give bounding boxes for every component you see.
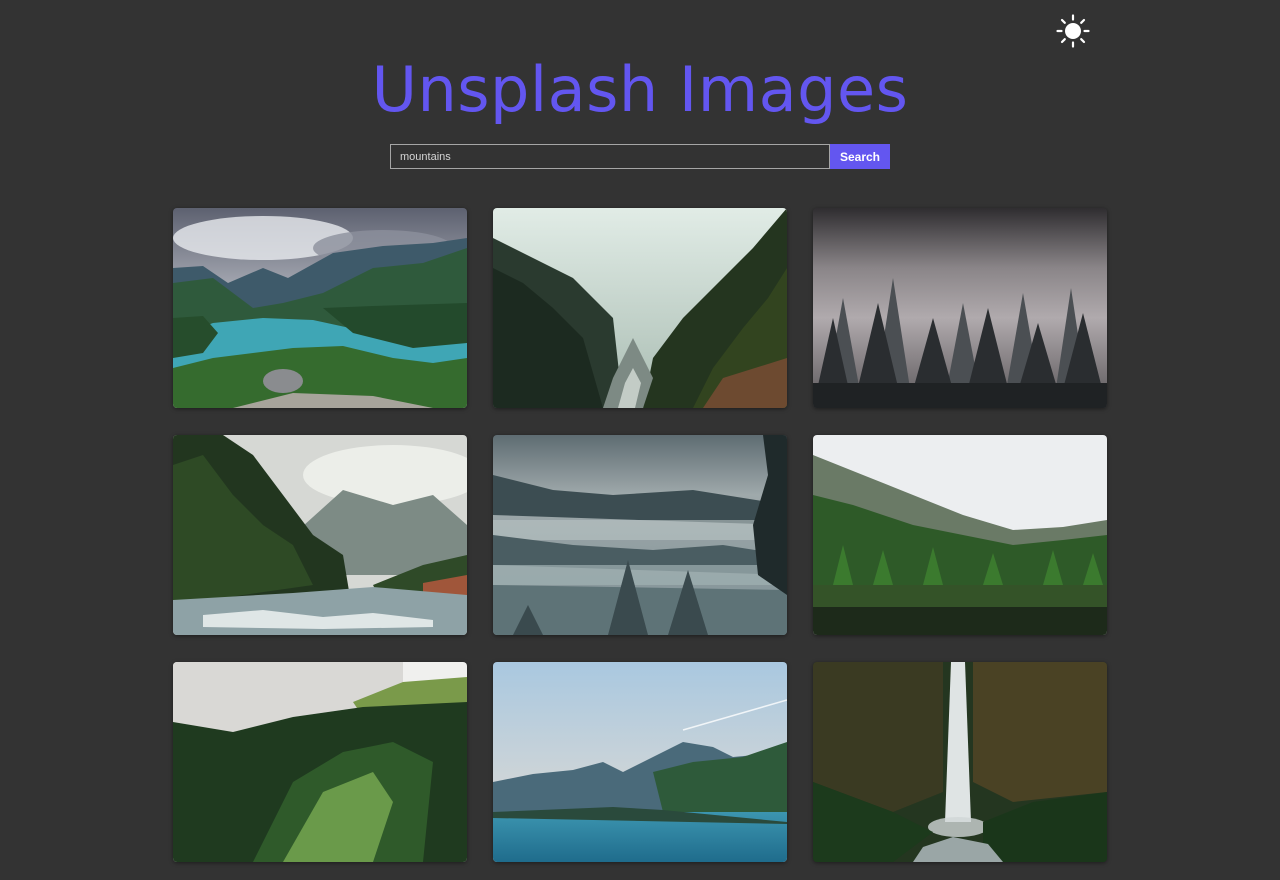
search-button[interactable]: Search — [830, 144, 890, 169]
landscape-image — [173, 662, 467, 862]
gallery-image[interactable] — [493, 208, 787, 408]
landscape-image — [173, 435, 467, 635]
sun-icon — [1056, 14, 1090, 48]
gallery-image[interactable] — [173, 435, 467, 635]
landscape-image — [493, 662, 787, 862]
landscape-image — [813, 662, 1107, 862]
landscape-image — [493, 435, 787, 635]
image-gallery — [173, 208, 1107, 862]
gallery-image[interactable] — [173, 662, 467, 862]
gallery-image[interactable] — [813, 662, 1107, 862]
landscape-image — [493, 208, 787, 408]
search-form: Search — [390, 144, 890, 169]
gallery-image[interactable] — [813, 435, 1107, 635]
theme-toggle-button[interactable] — [1056, 14, 1090, 48]
gallery-image[interactable] — [813, 208, 1107, 408]
landscape-image — [813, 208, 1107, 408]
landscape-image — [813, 435, 1107, 635]
landscape-image — [173, 208, 467, 408]
gallery-image[interactable] — [493, 662, 787, 862]
gallery-image[interactable] — [493, 435, 787, 635]
search-input[interactable] — [390, 144, 830, 169]
page-title: Unsplash Images — [371, 53, 909, 126]
gallery-image[interactable] — [173, 208, 467, 408]
